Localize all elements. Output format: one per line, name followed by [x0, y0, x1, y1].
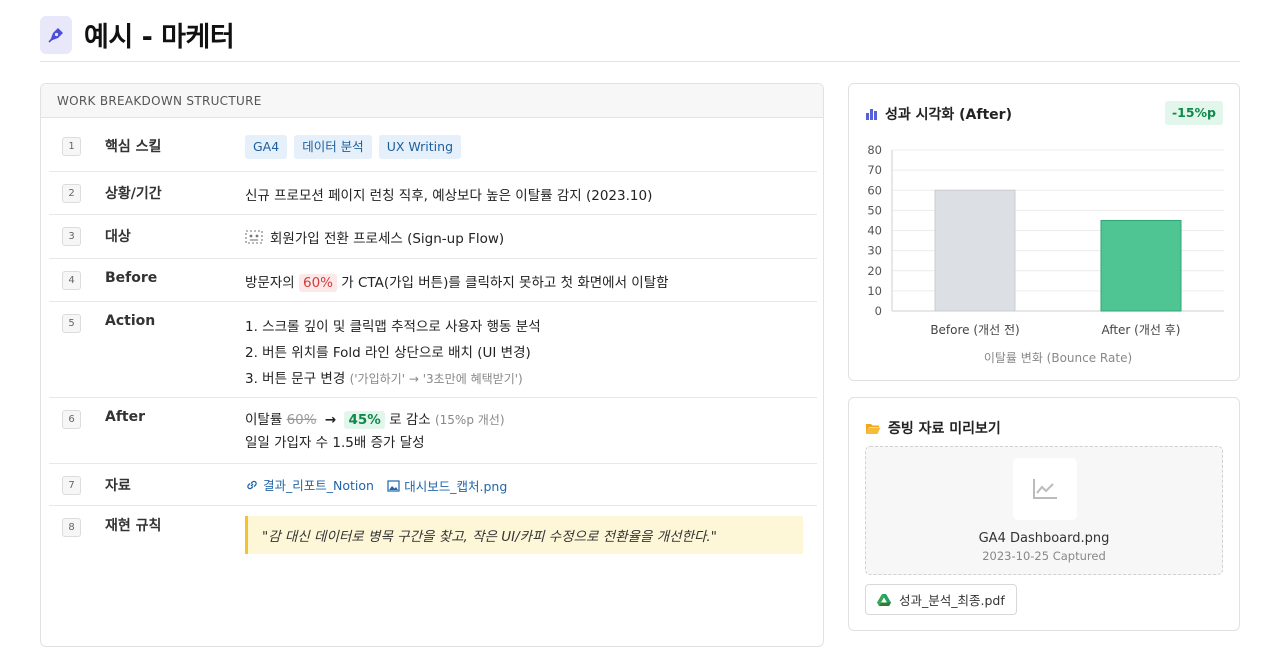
new-bounce-rate: 45%: [344, 411, 385, 429]
evidence-title-text: 증빙 자료 미리보기: [888, 421, 1001, 437]
dashboard-preview[interactable]: GA4 Dashboard.png 2023-10-25 Captured: [865, 446, 1223, 575]
after-prefix: 이탈률: [245, 412, 283, 428]
row-label: Action: [105, 313, 156, 329]
row-number: 5: [62, 314, 81, 333]
page-title: 예시 - 마케터: [84, 22, 235, 53]
row-number: 8: [62, 518, 81, 537]
y-tick-label: 40: [867, 224, 882, 238]
pdf-file-button[interactable]: 성과_분석_최종.pdf: [865, 584, 1017, 615]
x-tick-label: After (개선 후): [1102, 323, 1181, 337]
line-chart-icon: [1013, 458, 1077, 520]
chart-card-title: 성과 시각화 (After): [865, 104, 1012, 124]
y-tick-label: 80: [867, 143, 882, 157]
evidence-card-title: 증빙 자료 미리보기: [865, 418, 1001, 438]
row-label: 핵심 스킬: [105, 139, 162, 155]
action-item-text: 3. 버튼 문구 변경: [245, 371, 346, 387]
after-suffix: 로 감소: [389, 412, 431, 428]
skill-chip: 데이터 분석: [294, 135, 372, 159]
pen-nib-icon: [40, 15, 72, 54]
preview-capture-date: 2023-10-25 Captured: [982, 549, 1106, 563]
wbs-row-rule: 8 재현 규칙 "감 대신 데이터로 병목 구간을 찾고, 작은 UI/카피 수…: [49, 506, 817, 570]
before-rate-highlight: 60%: [298, 274, 337, 292]
action-item-note: ('가입하기' → '3초만에 혜택받기'): [349, 372, 523, 386]
row-number: 4: [62, 271, 81, 290]
y-tick-label: 60: [867, 183, 882, 197]
row-label: 자료: [105, 478, 131, 494]
after-note: (15%p 개선): [434, 413, 505, 427]
wbs-row-materials: 7 자료 결과_리포트_Notion 대시보드_캡처.png: [49, 464, 817, 506]
bounce-rate-bar-chart: 0 10 20 30 40 50 60 70 80 Before (개선 전) After (개선 …: [867, 143, 1224, 365]
after-line-2: 일일 가입자 수 1.5배 증가 달성: [245, 435, 425, 451]
page-header: 예시 - 마케터: [40, 8, 1240, 62]
old-bounce-rate: 60%: [286, 412, 317, 428]
row-number: 6: [62, 410, 81, 429]
row-number: 7: [62, 476, 81, 495]
wbs-card: WORK BREAKDOWN STRUCTURE 1 핵심 스킬 GA4 데이터 …: [40, 83, 824, 647]
link-icon: [245, 478, 259, 492]
before-prefix: 방문자의: [245, 275, 295, 291]
arrow-icon: →: [324, 412, 337, 428]
row-number: 1: [62, 137, 81, 156]
wbs-row-target: 3 대상 회원가입 전환 프로세스 (Sign-up Flow): [49, 215, 817, 259]
action-list: 1. 스크롤 깊이 및 클릭맵 추적으로 사용자 행동 분석 2. 버튼 위치를…: [245, 314, 541, 392]
row-label: Before: [105, 270, 158, 286]
y-tick-label: 70: [867, 163, 882, 177]
folder-open-icon: [865, 422, 881, 435]
row-label: 상황/기간: [105, 186, 162, 202]
target-text: 회원가입 전환 프로세스 (Sign-up Flow): [270, 231, 505, 247]
y-tick-label: 30: [867, 244, 882, 258]
wbs-row-action: 5 Action 1. 스크롤 깊이 및 클릭맵 추적으로 사용자 행동 분석 …: [49, 302, 817, 398]
before-content: 방문자의 60% 가 CTA(가입 버튼)를 클릭하지 못하고 첫 화면에서 이…: [245, 271, 669, 292]
link-label: 결과_리포트_Notion: [263, 478, 374, 493]
row-number: 2: [62, 184, 81, 203]
y-tick-label: 50: [867, 203, 882, 217]
chart-card: 성과 시각화 (After) -15%p 0 10 20 30 40 50 60 70 80 Be…: [848, 83, 1240, 381]
wbs-row-before: 4 Before 방문자의 60% 가 CTA(가입 버튼)를 클릭하지 못하고…: [49, 259, 817, 302]
row-label: 재현 규칙: [105, 518, 162, 534]
evidence-card: 증빙 자료 미리보기 GA4 Dashboard.png 2023-10-25 …: [848, 397, 1240, 631]
preview-file-name: GA4 Dashboard.png: [978, 531, 1110, 546]
skill-chip: UX Writing: [378, 135, 462, 159]
notion-report-link[interactable]: 결과_리포트_Notion: [245, 475, 374, 494]
after-content: 이탈률 60% → 45% 로 감소 (15%p 개선) 일일 가입자 수 1.…: [245, 409, 505, 455]
action-item: 2. 버튼 위치를 Fold 라인 상단으로 배치 (UI 변경): [245, 345, 531, 361]
after-line-1: 이탈률 60% → 45% 로 감소 (15%p 개선): [245, 409, 505, 432]
delta-badge: -15%p: [1164, 101, 1223, 125]
wbs-row-after: 6 After 이탈률 60% → 45% 로 감소 (15%p 개선) 일일 …: [49, 398, 817, 464]
action-item: 1. 스크롤 깊이 및 클릭맵 추적으로 사용자 행동 분석: [245, 319, 541, 335]
y-tick-label: 0: [875, 304, 882, 318]
image-icon: [387, 479, 400, 492]
reproduction-rule-quote: "감 대신 데이터로 병목 구간을 찾고, 작은 UI/카피 수정으로 전환율을…: [245, 516, 803, 554]
google-drive-icon: [877, 593, 891, 606]
before-suffix: 가 CTA(가입 버튼)를 클릭하지 못하고 첫 화면에서 이탈함: [341, 275, 669, 291]
bar-after: [1100, 219, 1182, 312]
chart-title-text: 성과 시각화 (After): [885, 107, 1012, 123]
action-item: 3. 버튼 문구 변경 ('가입하기' → '3초만에 혜택받기'): [245, 366, 541, 392]
row-number: 3: [62, 227, 81, 246]
dashboard-image-link[interactable]: 대시보드_캡처.png: [387, 476, 507, 495]
target-content: 회원가입 전환 프로세스 (Sign-up Flow): [245, 227, 504, 247]
x-tick-label: Before (개선 전): [930, 323, 1019, 337]
skill-chips: GA4 데이터 분석 UX Writing: [245, 135, 468, 159]
row-label: 대상: [105, 229, 131, 245]
row-label: After: [105, 409, 146, 425]
skill-chip: GA4: [245, 135, 288, 159]
x-axis-label: 이탈률 변화 (Bounce Rate): [984, 351, 1132, 365]
situation-text: 신규 프로모션 페이지 런칭 직후, 예상보다 높은 이탈률 감지 (2023.…: [245, 188, 653, 204]
link-label: 대시보드_캡처.png: [404, 479, 508, 494]
wbs-header: WORK BREAKDOWN STRUCTURE: [41, 84, 823, 118]
material-links: 결과_리포트_Notion 대시보드_캡처.png: [245, 475, 516, 496]
file-label: 성과_분석_최종.pdf: [899, 593, 1005, 608]
wbs-row-situation: 2 상황/기간 신규 프로모션 페이지 런칭 직후, 예상보다 높은 이탈률 감…: [49, 172, 817, 215]
bar-before: [934, 189, 1016, 312]
bar-chart-icon: [865, 108, 878, 120]
y-tick-label: 20: [867, 264, 882, 278]
wbs-row-skills: 1 핵심 스킬 GA4 데이터 분석 UX Writing: [49, 119, 817, 172]
selection-icon: [245, 230, 263, 244]
y-tick-label: 10: [867, 284, 882, 298]
